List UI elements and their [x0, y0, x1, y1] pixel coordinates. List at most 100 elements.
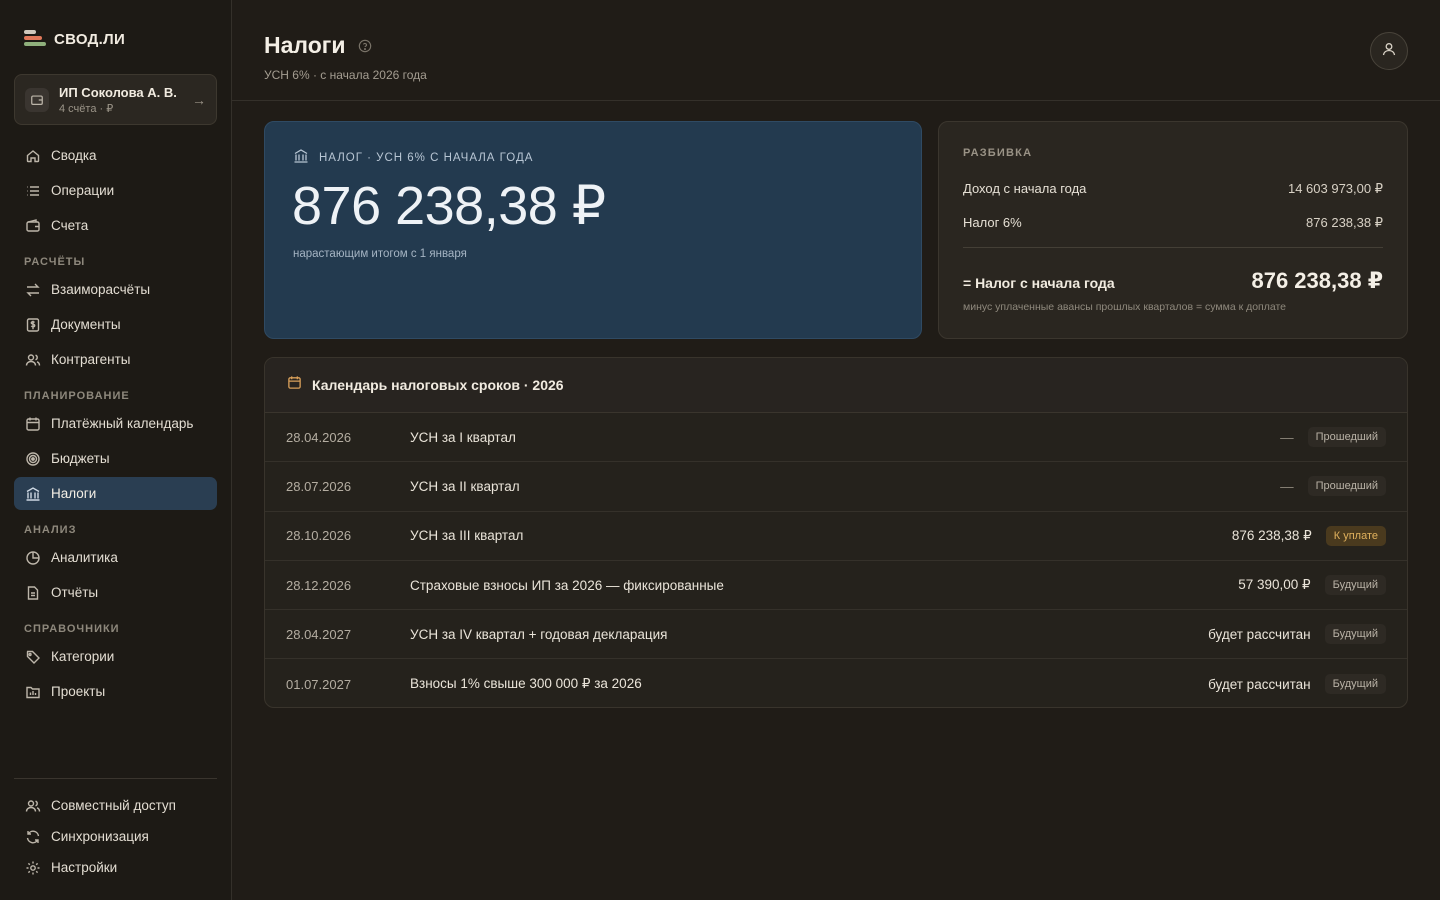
sidebar-item-label: Налоги	[51, 486, 97, 501]
sidebar-item-label: Документы	[51, 317, 121, 332]
status-badge: Будущий	[1324, 624, 1386, 645]
sidebar-item-label: Категории	[51, 649, 115, 664]
sidebar-item-settlements[interactable]: Взаиморасчёты	[14, 273, 217, 306]
table-row[interactable]: 28.10.2026 УСН за III квартал 876 238,38…	[265, 512, 1407, 561]
tax-calendar-header: Календарь налоговых сроков · 2026	[265, 358, 1407, 413]
tax-amount: 876 238,38 ₽	[292, 176, 606, 236]
table-row[interactable]: 01.07.2027 Взносы 1% свыше 300 000 ₽ за …	[265, 659, 1407, 707]
tax-summary-card: НАЛОГ · УСН 6% С НАЧАЛА ГОДА 876 238,38 …	[264, 121, 922, 339]
sidebar-item-summary[interactable]: Сводка	[14, 139, 217, 172]
page-title: Налоги	[264, 32, 346, 58]
gear-icon	[24, 859, 41, 876]
row-amount: 57 390,00 ₽	[1238, 577, 1311, 593]
calendar-icon	[287, 375, 302, 395]
users-icon	[24, 351, 41, 368]
row-date: 28.12.2026	[286, 577, 352, 593]
row-date: 28.04.2027	[286, 626, 352, 642]
row-name: УСН за III квартал	[410, 528, 524, 544]
table-row[interactable]: 28.12.2026 Страховые взносы ИП за 2026 —…	[265, 561, 1407, 611]
sidebar-item-sync[interactable]: Синхронизация	[14, 820, 217, 853]
account-switcher[interactable]: ИП Соколова А. В. 4 счёта · ₽ →	[14, 74, 217, 125]
sidebar-item-label: Контрагенты	[51, 352, 131, 367]
nav-section-settlements: РАСЧЁТЫ	[24, 256, 86, 268]
sidebar-item-settings[interactable]: Настройки	[14, 851, 217, 884]
bank-icon	[293, 148, 309, 167]
logo-icon	[24, 30, 46, 48]
row-name: Страховые взносы ИП за 2026 — фиксирован…	[410, 577, 724, 593]
sidebar-item-budgets[interactable]: Бюджеты	[14, 442, 217, 475]
sidebar-item-label: Сводка	[51, 148, 97, 163]
breakdown-tax-label: Налог 6%	[963, 215, 1022, 230]
page-header: Налоги УСН 6% · с начала 2026 года	[232, 0, 1440, 101]
row-amount: —	[1280, 429, 1294, 445]
sidebar-item-operations[interactable]: Операции	[14, 174, 217, 207]
pie-chart-icon	[24, 549, 41, 566]
document-dollar-icon	[24, 316, 41, 333]
bank-icon	[24, 485, 41, 502]
sidebar-item-label: Синхронизация	[51, 829, 149, 844]
table-row[interactable]: 28.04.2026 УСН за I квартал — Прошедший	[265, 413, 1407, 463]
row-amount: будет рассчитан	[1208, 676, 1311, 692]
breakdown-total-value: 876 238,38 ₽	[1251, 268, 1383, 293]
row-amount: 876 238,38 ₽	[1231, 527, 1312, 543]
row-date: 28.07.2026	[286, 478, 352, 494]
user-icon	[1381, 41, 1397, 62]
row-date: 28.10.2026	[286, 528, 352, 544]
arrow-right-icon: →	[192, 91, 206, 108]
status-badge: К уплате	[1325, 525, 1386, 546]
logo[interactable]: СВОД.ЛИ	[24, 30, 125, 48]
sidebar-item-payment-calendar[interactable]: Платёжный календарь	[14, 407, 217, 440]
breakdown-income-label: Доход с начала года	[963, 181, 1087, 196]
sidebar-item-reports[interactable]: Отчёты	[14, 576, 217, 609]
sidebar-item-label: Совместный доступ	[51, 798, 176, 813]
breakdown-total-label: = Налог с начала года	[963, 275, 1115, 291]
sidebar-item-label: Бюджеты	[51, 451, 110, 466]
row-date: 01.07.2027	[286, 676, 352, 692]
sidebar-item-projects[interactable]: Проекты	[14, 675, 217, 708]
wallet-icon	[25, 87, 49, 112]
sidebar-item-documents[interactable]: Документы	[14, 308, 217, 341]
help-icon[interactable]	[358, 39, 372, 53]
sidebar-item-label: Настройки	[51, 860, 118, 875]
tax-calendar-title: Календарь налоговых сроков · 2026	[312, 377, 564, 393]
sidebar: СВОД.ЛИ ИП Соколова А. В. 4 счёта · ₽ → …	[0, 0, 232, 900]
target-icon	[24, 450, 41, 467]
calendar-icon	[24, 415, 41, 432]
nav-section-analysis: АНАЛИЗ	[24, 524, 77, 536]
account-name: ИП Соколова А. В.	[59, 84, 177, 100]
breakdown-card: РАЗБИВКА Доход с начала года 14 603 973,…	[938, 121, 1408, 339]
logo-text: СВОД.ЛИ	[54, 30, 126, 48]
exchange-icon	[24, 281, 41, 298]
breakdown-total: = Налог с начала года 876 238,38 ₽	[963, 268, 1383, 294]
sidebar-item-accounts[interactable]: Счета	[14, 209, 217, 242]
sidebar-item-label: Платёжный календарь	[51, 416, 194, 431]
breakdown-title: РАЗБИВКА	[963, 147, 1033, 159]
breakdown-row-tax: Налог 6% 876 238,38 ₽	[963, 215, 1383, 231]
wallet-icon	[24, 217, 41, 234]
row-amount: —	[1280, 478, 1294, 494]
sidebar-item-taxes[interactable]: Налоги	[14, 477, 217, 510]
row-name: УСН за IV квартал + годовая декларация	[410, 626, 668, 642]
table-row[interactable]: 28.07.2026 УСН за II квартал — Прошедший	[265, 462, 1407, 512]
breakdown-divider	[963, 247, 1383, 248]
sidebar-item-categories[interactable]: Категории	[14, 640, 217, 673]
nav-section-planning: ПЛАНИРОВАНИЕ	[24, 390, 130, 402]
sidebar-item-shared-access[interactable]: Совместный доступ	[14, 789, 217, 822]
sidebar-item-contractors[interactable]: Контрагенты	[14, 343, 217, 376]
user-menu-button[interactable]	[1370, 32, 1408, 70]
tag-icon	[24, 648, 41, 665]
status-badge: Будущий	[1324, 575, 1386, 596]
sidebar-item-label: Взаиморасчёты	[51, 282, 151, 297]
breakdown-income-value: 14 603 973,00 ₽	[1287, 181, 1383, 196]
status-badge: Прошедший	[1307, 476, 1386, 497]
tax-card-label-text: НАЛОГ · УСН 6% С НАЧАЛА ГОДА	[319, 151, 534, 164]
table-row[interactable]: 28.04.2027 УСН за IV квартал + годовая д…	[265, 610, 1407, 660]
status-badge: Прошедший	[1307, 427, 1386, 448]
account-sub: 4 счёта · ₽	[59, 102, 114, 115]
page-subtitle: УСН 6% · с начала 2026 года	[264, 68, 427, 82]
row-name: УСН за II квартал	[410, 478, 520, 494]
sidebar-divider	[14, 778, 217, 779]
breakdown-note: минус уплаченные авансы прошлых квартало…	[963, 301, 1287, 313]
sidebar-item-analytics[interactable]: Аналитика	[14, 541, 217, 574]
home-icon	[24, 147, 41, 164]
